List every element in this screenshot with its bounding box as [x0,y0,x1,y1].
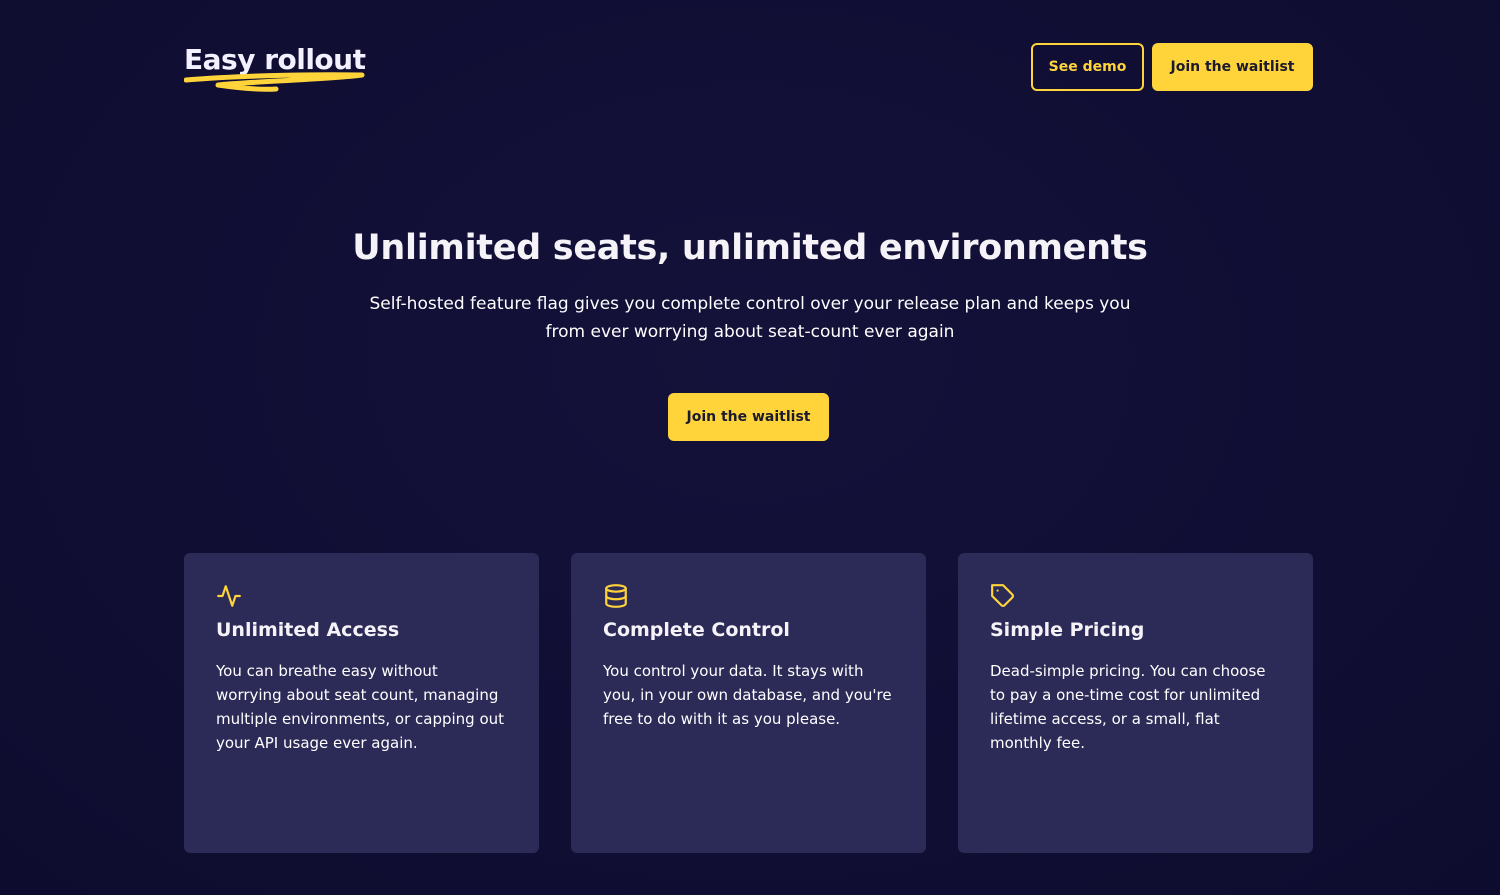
feature-title: Complete Control [603,619,790,641]
site-header: Easy rollout See demo Join the waitlist [184,43,1313,103]
logo-underline-scribble [184,72,365,92]
feature-card-complete-control: Complete Control You control your data. … [571,553,926,853]
tag-icon [991,584,1014,607]
feature-title: Simple Pricing [990,619,1145,641]
logo[interactable]: Easy rollout [184,43,374,103]
feature-card-simple-pricing: Simple Pricing Dead-simple pricing. You … [958,553,1313,853]
hero-title: Unlimited seats, unlimited environments [352,228,1148,268]
header-nav: See demo Join the waitlist [1031,43,1313,91]
database-icon [605,584,627,608]
hero-subtitle: Self-hosted feature flag gives you compl… [369,294,1131,342]
feature-description: You can breathe easy without worrying ab… [216,662,505,752]
hero-join-waitlist-button[interactable]: Join the waitlist [668,393,829,441]
feature-description: Dead-simple pricing. You can choose to p… [990,662,1266,752]
see-demo-button[interactable]: See demo [1031,43,1144,91]
feature-description: You control your data. It stays with you… [603,662,892,728]
feature-title: Unlimited Access [216,619,400,641]
join-waitlist-button[interactable]: Join the waitlist [1152,43,1313,91]
feature-card-unlimited-access: Unlimited Access You can breathe easy wi… [184,553,539,853]
activity-icon [217,585,241,607]
features-section: Unlimited Access You can breathe easy wi… [184,553,1313,853]
